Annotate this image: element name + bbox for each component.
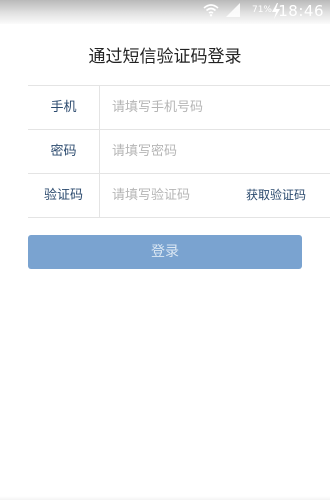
phone-input[interactable] [100, 92, 312, 123]
phone-row: 手机 [28, 86, 330, 130]
wifi-icon [203, 4, 219, 17]
code-row: 验证码 获取验证码 [28, 174, 330, 218]
code-input[interactable] [100, 180, 232, 211]
login-button[interactable]: 登录 [28, 235, 302, 269]
phone-label: 手机 [28, 86, 100, 129]
page-title: 通过短信验证码登录 [88, 47, 242, 67]
signal-icon [226, 3, 240, 17]
password-label: 密码 [28, 130, 100, 173]
status-time: 18:46 [278, 2, 324, 20]
battery-percent: 71% [251, 5, 272, 15]
get-code-button[interactable]: 获取验证码 [246, 174, 306, 217]
password-input[interactable] [100, 136, 312, 167]
code-label: 验证码 [28, 174, 100, 217]
password-row: 密码 [28, 130, 330, 174]
status-bar: 71% 18:46 [0, 0, 330, 24]
bottom-divider [0, 496, 330, 500]
login-form: 手机 密码 验证码 获取验证码 [28, 85, 330, 218]
